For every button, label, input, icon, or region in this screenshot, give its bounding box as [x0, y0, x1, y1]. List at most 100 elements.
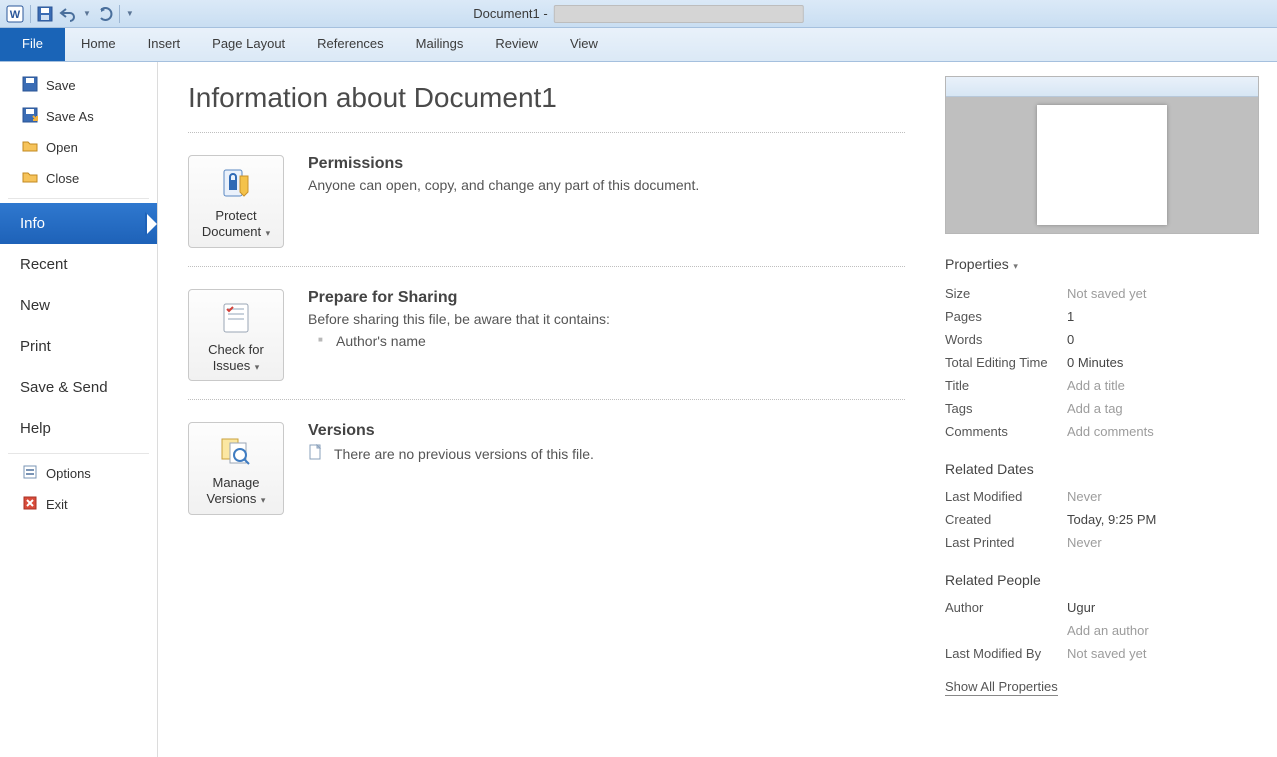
check-for-issues-button[interactable]: Check for Issues ▾ [188, 289, 284, 382]
chevron-down-icon: ▾ [263, 228, 270, 238]
prop-words: Words0 [945, 328, 1259, 351]
undo-icon[interactable] [59, 6, 77, 22]
sidebar-item-close[interactable]: Close [0, 163, 157, 194]
manage-versions-button[interactable]: Manage Versions ▾ [188, 422, 284, 515]
folder-close-icon [22, 169, 38, 188]
prop-title[interactable]: TitleAdd a title [945, 374, 1259, 397]
section-permissions: Protect Document ▾ Permissions Anyone ca… [188, 155, 905, 248]
properties-dropdown[interactable]: Properties ▾ [945, 256, 1259, 272]
sidebar-item-save-send[interactable]: Save & Send [0, 367, 157, 408]
button-label: Manage Versions [207, 475, 260, 506]
document-thumbnail[interactable] [945, 76, 1259, 234]
section-sharing: Check for Issues ▾ Prepare for Sharing B… [188, 289, 905, 382]
title-suffix-blur [554, 5, 804, 23]
sidebar-item-label: Save & Send [20, 379, 108, 396]
section-heading: Versions [308, 422, 594, 440]
sidebar-item-recent[interactable]: Recent [0, 244, 157, 285]
prop-last-modified-by: Last Modified ByNot saved yet [945, 642, 1259, 665]
titlebar: W ▼ ▼ Document1 - [0, 0, 1277, 28]
related-people-header: Related People [945, 572, 1259, 588]
sidebar-item-label: New [20, 297, 50, 314]
prop-add-author[interactable]: Add an author [945, 619, 1259, 642]
divider [188, 399, 905, 400]
tab-insert[interactable]: Insert [132, 28, 197, 61]
sidebar-item-label: Help [20, 420, 51, 437]
protect-document-button[interactable]: Protect Document ▾ [188, 155, 284, 248]
options-icon [22, 464, 38, 483]
svg-text:W: W [10, 9, 21, 21]
related-dates-header: Related Dates [945, 461, 1259, 477]
info-content: Information about Document1 Protect Docu… [158, 62, 945, 757]
sidebar-item-label: Save [46, 78, 76, 93]
prop-created: CreatedToday, 9:25 PM [945, 508, 1259, 531]
chevron-down-icon: ▾ [1011, 261, 1018, 271]
prop-last-printed: Last PrintedNever [945, 531, 1259, 554]
prop-size: SizeNot saved yet [945, 282, 1259, 305]
tab-review[interactable]: Review [479, 28, 554, 61]
section-desc: Before sharing this file, be aware that … [308, 311, 610, 327]
sidebar-item-info[interactable]: Info [0, 203, 157, 244]
redo-icon[interactable] [97, 6, 113, 22]
tab-file[interactable]: File [0, 28, 65, 61]
versions-icon [195, 431, 277, 471]
section-heading: Permissions [308, 155, 699, 173]
sidebar-item-exit[interactable]: Exit [0, 489, 157, 520]
save-icon[interactable] [37, 6, 53, 22]
sidebar-item-options[interactable]: Options [0, 458, 157, 489]
word-app-icon: W [6, 5, 24, 23]
chevron-down-icon[interactable]: ▼ [83, 9, 91, 18]
tab-view[interactable]: View [554, 28, 614, 61]
backstage-sidebar: Save Save As Open Close Info Recent New … [0, 62, 158, 757]
checklist-icon [195, 298, 277, 338]
prop-tags[interactable]: TagsAdd a tag [945, 397, 1259, 420]
tab-home[interactable]: Home [65, 28, 132, 61]
save-as-icon [22, 107, 38, 126]
sidebar-item-label: Save As [46, 109, 94, 124]
section-heading: Prepare for Sharing [308, 289, 610, 307]
sidebar-item-save[interactable]: Save [0, 70, 157, 101]
sidebar-item-label: Exit [46, 497, 68, 512]
section-versions: Manage Versions ▾ Versions There are no … [188, 422, 905, 515]
window-title: Document1 - [473, 5, 803, 23]
tab-mailings[interactable]: Mailings [400, 28, 480, 61]
section-desc: Anyone can open, copy, and change any pa… [308, 177, 699, 193]
folder-open-icon [22, 138, 38, 157]
prop-author: AuthorUgur [945, 596, 1259, 619]
sidebar-item-label: Open [46, 140, 78, 155]
lock-shield-icon [195, 164, 277, 204]
exit-icon [22, 495, 38, 514]
versions-desc: There are no previous versions of this f… [334, 446, 594, 462]
divider [188, 266, 905, 267]
sidebar-item-new[interactable]: New [0, 285, 157, 326]
prop-pages: Pages1 [945, 305, 1259, 328]
button-label: Protect Document [202, 208, 261, 239]
sidebar-item-open[interactable]: Open [0, 132, 157, 163]
sidebar-item-help[interactable]: Help [0, 408, 157, 449]
properties-pane: Properties ▾ SizeNot saved yet Pages1 Wo… [945, 62, 1277, 757]
ribbon-tabs: File Home Insert Page Layout References … [0, 28, 1277, 62]
sidebar-item-print[interactable]: Print [0, 326, 157, 367]
save-icon [22, 76, 38, 95]
sidebar-item-save-as[interactable]: Save As [0, 101, 157, 132]
sidebar-item-label: Info [20, 215, 45, 232]
prop-editing-time: Total Editing Time0 Minutes [945, 351, 1259, 374]
sidebar-item-label: Close [46, 171, 79, 186]
tab-references[interactable]: References [301, 28, 399, 61]
prop-comments[interactable]: CommentsAdd comments [945, 420, 1259, 443]
show-all-properties-link[interactable]: Show All Properties [945, 679, 1058, 696]
chevron-down-icon: ▾ [252, 362, 259, 372]
document-icon [308, 444, 324, 463]
sharing-item: Author's name [308, 333, 610, 349]
properties-label: Properties [945, 256, 1009, 272]
sidebar-item-label: Recent [20, 256, 68, 273]
chevron-down-icon: ▾ [258, 495, 265, 505]
divider [188, 132, 905, 133]
chevron-down-icon[interactable]: ▼ [126, 9, 134, 18]
sidebar-item-label: Print [20, 338, 51, 355]
quick-access-toolbar: W ▼ ▼ [0, 5, 134, 23]
sidebar-item-label: Options [46, 466, 91, 481]
page-title: Information about Document1 [188, 82, 905, 114]
document-name: Document1 - [473, 6, 547, 21]
prop-last-modified: Last ModifiedNever [945, 485, 1259, 508]
tab-page-layout[interactable]: Page Layout [196, 28, 301, 61]
